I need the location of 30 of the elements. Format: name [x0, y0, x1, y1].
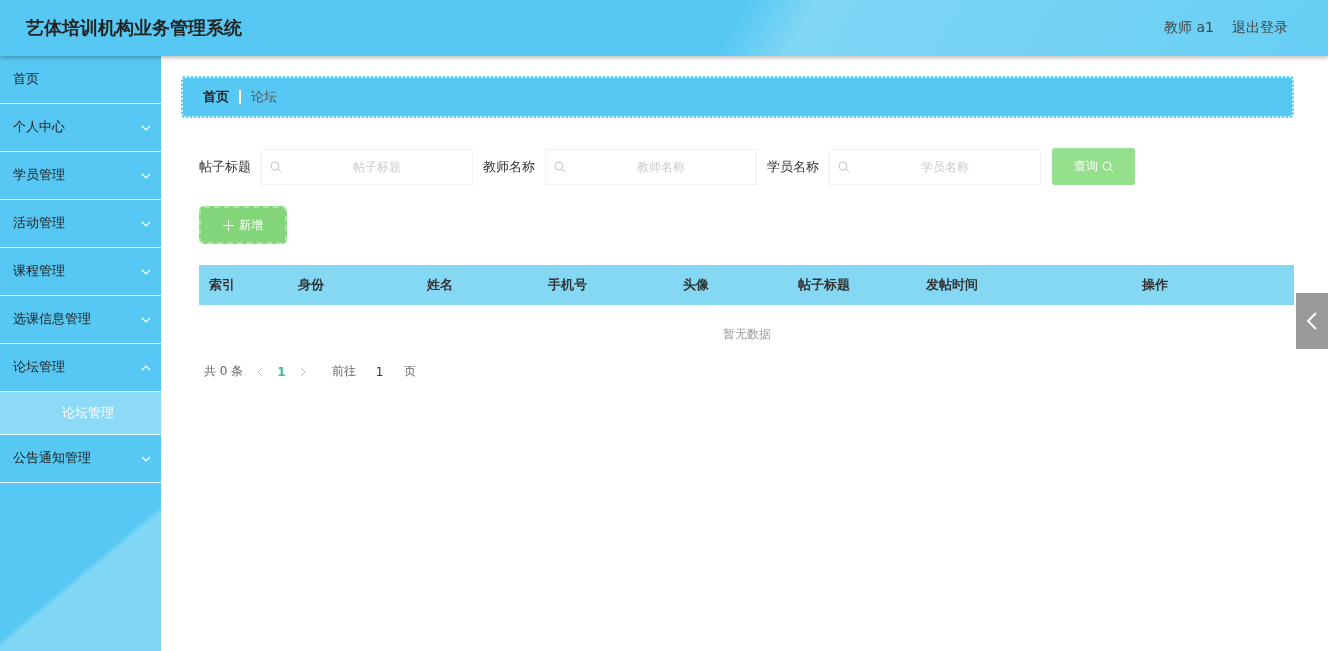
column-header: 帖子标题 — [798, 276, 851, 294]
filter-label: 教师名称 — [483, 157, 535, 176]
breadcrumb-link[interactable]: 首页 — [203, 88, 229, 106]
column-header: 操作 — [1141, 276, 1169, 294]
filter-label: 学员名称 — [767, 157, 819, 176]
goto-label: 前往 — [331, 363, 356, 380]
column-header: 姓名 — [427, 276, 454, 294]
prev-page-icon[interactable] — [257, 366, 264, 377]
logout-link[interactable]: 退出登录 — [1232, 19, 1288, 37]
user-name: 教师 a1 — [1164, 19, 1214, 37]
filter-label: 帖子标题 — [199, 157, 251, 176]
plus-icon — [223, 219, 234, 231]
search-icon — [838, 160, 850, 173]
next-page-icon[interactable] — [299, 366, 306, 377]
column-header: 头像 — [683, 276, 710, 294]
app-title: 艺体培训机构业务管理系统 — [26, 16, 242, 40]
column-header: 手机号 — [548, 276, 588, 294]
search-icon — [1101, 160, 1114, 173]
search-icon — [270, 160, 282, 173]
total-count: 共 0 条 — [204, 363, 244, 380]
column-header: 发帖时间 — [926, 276, 979, 294]
search-icon — [554, 160, 566, 173]
column-header: 索引 — [209, 276, 236, 294]
breadcrumb-link[interactable]: 论坛 — [251, 88, 277, 106]
page-suffix: 页 — [403, 363, 416, 380]
empty-message: 暂无数据 — [722, 325, 771, 343]
column-header: 身份 — [298, 276, 325, 294]
page-input[interactable]: 1 — [365, 364, 394, 379]
collapse-tab[interactable] — [1296, 293, 1328, 349]
chevron-left-icon — [1307, 312, 1317, 330]
